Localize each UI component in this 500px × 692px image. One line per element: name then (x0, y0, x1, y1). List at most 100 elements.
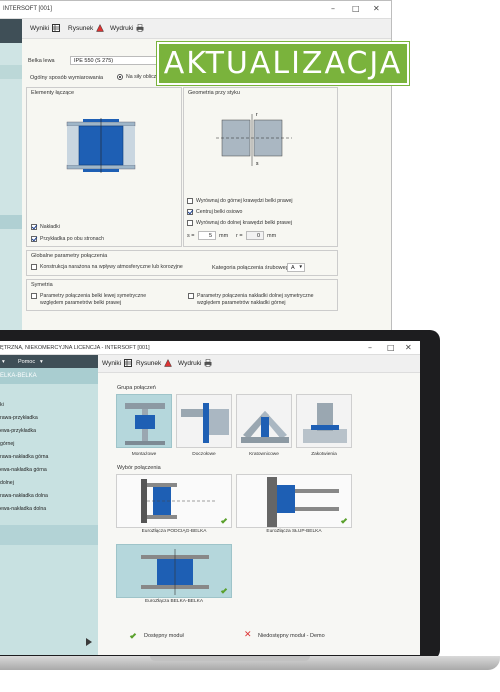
front-window-title: ĘTRZNA, NIEKOMERCYJNA LICENCJA - INTERSO… (0, 345, 150, 351)
category-label: Kategoria połączenia śrubowego (212, 265, 292, 271)
table-icon (52, 24, 61, 32)
minimize-icon[interactable]: – (368, 343, 372, 352)
selection-label: Wybór połączenia (117, 465, 161, 471)
group-caption: Doczołowe (192, 452, 216, 457)
plates-label: Przykładka po obu stronach (40, 236, 105, 242)
r-unit: mm (267, 233, 277, 239)
connection-beam-beam[interactable] (116, 544, 232, 598)
drawing-label: Rysunek (136, 359, 162, 367)
minimize-icon[interactable]: – (331, 4, 335, 13)
maximize-icon[interactable]: □ (387, 343, 395, 352)
s-value: 5 (208, 233, 212, 239)
front-main: Grupa połączeń Montażowe Doczołowe Krato… (98, 373, 420, 655)
beam-value: IPE 550 (S 275) (74, 58, 114, 64)
update-badge: AKTUALIZACJA (156, 41, 410, 86)
anchorage-joint-icon (303, 403, 347, 443)
symmetry-left-checkbox[interactable]: Parametry połączenia belki lewej symetry… (31, 293, 146, 306)
symmetry-right-line2: względem parametrów nakładki górnej (197, 300, 286, 306)
laptop-notch (150, 656, 310, 661)
s-label: s = (187, 233, 195, 239)
column-beam-connection-icon (267, 477, 339, 527)
close-icon[interactable]: ✕ (373, 4, 380, 13)
connection-column-beam[interactable] (236, 474, 352, 528)
drawing-icon (96, 24, 105, 32)
geometry-panel-title: Geometria przy styku (188, 90, 240, 96)
symmetry-left-line1: Parametry połączenia belki lewej symetry… (40, 293, 147, 299)
close-icon[interactable]: ✕ (405, 343, 412, 352)
align-top-label: Wyrównaj do górnej krawędzi belki prawej (196, 198, 293, 204)
group-thumb-anchorage[interactable] (296, 394, 352, 448)
truss-joint-icon (241, 411, 289, 443)
plates-checkbox[interactable]: Przykładka po obu stronach (31, 236, 104, 242)
checkbox-checked-icon (187, 209, 193, 215)
r-label: r = (236, 233, 243, 239)
geometry-diagram: r s (216, 112, 292, 167)
results-button[interactable]: Wyniki (30, 24, 61, 32)
left-pane-header (0, 19, 22, 43)
symmetry-right-checkbox[interactable]: Parametry połączenia nakładki dolnej sym… (188, 293, 314, 306)
tree-item[interactable]: ki (0, 402, 4, 408)
elements-panel: Elementy łączące Przykładka po obu stron… (26, 87, 182, 247)
method-label: Ogólny sposób wymiarowania (30, 75, 104, 81)
connection-caption: EuroZłącza PODCIĄG-BELKA (141, 529, 207, 534)
prints-button[interactable]: Wydruki (178, 359, 212, 367)
tree-item[interactable]: rawa-nakładka górna (0, 454, 48, 460)
left-pane-selected[interactable] (0, 65, 22, 79)
drawing-icon (164, 359, 173, 367)
printer-icon (204, 359, 212, 367)
center-checkbox[interactable]: Centruj belki osiowo (187, 209, 242, 215)
drawing-button[interactable]: Rysunek (68, 24, 105, 32)
chevron-down-icon[interactable]: ▾ (40, 359, 43, 365)
align-bottom-label: Wyrównaj do dolnej krawędzi belki prawej (196, 220, 292, 226)
symmetry-left-line2: względem parametrów belki prawej (40, 300, 122, 306)
s-field[interactable]: 5 (198, 231, 216, 240)
global-panel-title: Globalne parametry połączenia (31, 253, 108, 259)
symmetry-right-text: Parametry połączenia nakładki dolnej sym… (197, 293, 314, 306)
tree-item[interactable]: górnej (0, 441, 14, 447)
r-field[interactable]: 0 (246, 231, 264, 240)
align-top-checkbox[interactable]: Wyrównaj do górnej krawędzi belki prawej (187, 198, 293, 204)
connection-caption: EuroZłącza SŁUP-BELKA (266, 529, 322, 534)
legend-available: Dostępny moduł (144, 633, 184, 639)
r-value: 0 (256, 233, 260, 239)
drawing-button[interactable]: Rysunek (136, 359, 173, 367)
s-unit: mm (219, 233, 229, 239)
arrow-right-icon[interactable] (86, 638, 92, 646)
tree-item[interactable]: dolnej (0, 480, 14, 486)
checkbox-empty-icon (187, 198, 193, 204)
left-pane (0, 19, 22, 339)
left-pane-band (0, 215, 22, 229)
group-thumb-assembly[interactable] (116, 394, 172, 448)
connection-girder-beam[interactable] (116, 474, 232, 528)
center-label: Centruj belki osiowo (196, 209, 243, 215)
prints-button[interactable]: Wydruki (110, 24, 144, 32)
group-caption: Montażowe (131, 452, 157, 457)
overlays-checkbox[interactable]: Nakładki (31, 224, 60, 230)
svg-text:r: r (256, 112, 258, 118)
group-caption: Zakotwienia (311, 452, 337, 457)
overlays-label: Nakładki (40, 224, 60, 230)
group-thumb-end-plate[interactable] (176, 394, 232, 448)
checkbox-empty-icon (187, 220, 193, 226)
assembly-joint-icon (125, 403, 165, 445)
sidebar-band (0, 525, 98, 545)
maximize-icon[interactable]: □ (352, 4, 360, 13)
tree-item[interactable]: ewa-nakładka górna (0, 467, 47, 473)
corrosion-checkbox[interactable]: Konstrukcja narażona na wpływy atmosfery… (31, 264, 183, 270)
tree-item[interactable]: rawa-nakładka dolna (0, 493, 48, 499)
tree-item[interactable]: ewa-nakładka dolna (0, 506, 46, 512)
category-value: A (291, 265, 295, 271)
menu-help[interactable]: Pomoc (18, 359, 35, 365)
group-caption: Kratownicowe (249, 452, 279, 457)
menu-arrow-icon[interactable]: ▾ (2, 359, 5, 365)
drawing-label: Rysunek (68, 24, 94, 32)
tree-item[interactable]: ewa-przykładka (0, 428, 36, 434)
tree-item[interactable]: rawa-przykładka (0, 415, 38, 421)
end-plate-joint-icon (181, 403, 229, 443)
girder-beam-connection-icon (141, 479, 217, 523)
legend-unavailable: Niedostępny moduł - Demo (258, 633, 325, 639)
group-thumb-truss[interactable] (236, 394, 292, 448)
align-bottom-checkbox[interactable]: Wyrównaj do dolnej krawędzi belki prawej (187, 220, 292, 226)
results-button[interactable]: Wyniki (102, 359, 133, 367)
category-select[interactable]: A ▼ (287, 263, 305, 272)
